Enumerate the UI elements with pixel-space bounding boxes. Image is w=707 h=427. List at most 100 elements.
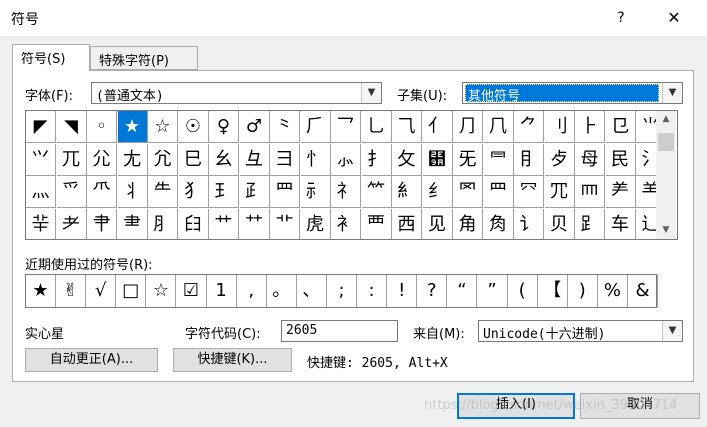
recent-symbol-cell[interactable]: “ bbox=[447, 275, 478, 307]
recent-symbol-cell[interactable]: ★ bbox=[26, 275, 56, 307]
recent-symbol-cell[interactable]: & bbox=[628, 275, 658, 307]
symbol-cell[interactable]: ⺝ bbox=[514, 143, 544, 176]
symbol-cell[interactable]: ⺳ bbox=[514, 176, 544, 208]
symbol-cell[interactable]: ⻇ bbox=[484, 208, 514, 239]
symbol-cell[interactable]: ⺮ bbox=[361, 176, 392, 208]
symbol-cell[interactable]: ⺖ bbox=[300, 143, 331, 176]
symbol-cell[interactable]: ☉ bbox=[178, 111, 209, 143]
symbol-cell[interactable]: ⺎ bbox=[56, 143, 87, 176]
symbol-cell[interactable]: ⺁ bbox=[300, 111, 331, 143]
symbol-cell[interactable]: ⺊ bbox=[575, 111, 605, 143]
symbol-cell[interactable]: ◥ bbox=[56, 111, 87, 143]
symbol-cell[interactable]: ♂ bbox=[239, 111, 270, 143]
symbol-cell[interactable]: ⺰ bbox=[422, 176, 453, 208]
symbol-cell[interactable]: ⺆ bbox=[453, 111, 483, 143]
recent-symbol-cell[interactable]: ! bbox=[387, 275, 418, 307]
symbol-cell[interactable]: ⻃ bbox=[362, 208, 392, 239]
symbol-cell[interactable]: ⺱ bbox=[453, 176, 483, 208]
symbol-cell[interactable]: ⺥ bbox=[87, 176, 117, 208]
symbol-cell[interactable]: ⺚ bbox=[422, 143, 453, 176]
symbol-cell[interactable]: ⺄ bbox=[392, 111, 422, 143]
symbol-cell[interactable]: ⺘ bbox=[361, 143, 392, 176]
symbol-cell[interactable]: ⺗ bbox=[331, 143, 361, 176]
tab-special-characters[interactable]: 特殊字符(P) bbox=[90, 46, 198, 70]
symbol-cell[interactable]: ⻀ bbox=[270, 208, 300, 239]
symbol-cell[interactable]: ⻄ bbox=[392, 208, 422, 239]
chevron-down-icon[interactable]: ▼ bbox=[662, 83, 682, 103]
symbol-cell[interactable]: ⺩ bbox=[209, 176, 239, 208]
symbol-cell[interactable]: ⺲ bbox=[483, 176, 514, 208]
subset-select[interactable]: 其他符号 ▼ bbox=[462, 82, 683, 104]
char-code-input[interactable]: 2605 bbox=[281, 320, 398, 342]
symbol-cell[interactable]: ⺓ bbox=[209, 143, 239, 176]
chevron-down-icon[interactable]: ▼ bbox=[662, 321, 682, 341]
recent-symbol-cell[interactable]: ( bbox=[508, 275, 538, 307]
symbol-cell[interactable]: ⺧ bbox=[148, 176, 178, 208]
symbol-cell[interactable]: ⺂ bbox=[331, 111, 361, 143]
scroll-up-icon[interactable]: ▲ bbox=[656, 111, 676, 128]
symbol-cell[interactable]: ⺶ bbox=[605, 176, 636, 208]
symbol-cell[interactable]: ⻋ bbox=[606, 208, 636, 239]
symbol-cell[interactable]: ⺣ bbox=[26, 176, 56, 208]
symbol-cell[interactable]: ◦ bbox=[87, 111, 117, 143]
symbol-cell[interactable]: ⺜ bbox=[483, 143, 514, 176]
recent-symbol-cell[interactable]: : bbox=[357, 275, 388, 307]
symbol-cell[interactable]: ⺪ bbox=[239, 176, 270, 208]
symbol-cell[interactable]: ⺔ bbox=[239, 143, 270, 176]
recent-symbol-cell[interactable]: ☑ bbox=[177, 275, 207, 307]
symbol-cell[interactable]: ⺹ bbox=[57, 208, 87, 239]
symbol-cell[interactable]: ⺻ bbox=[118, 208, 148, 239]
symbol-cell[interactable]: ⺦ bbox=[117, 176, 148, 208]
symbol-cell[interactable]: ⻊ bbox=[575, 208, 605, 239]
recent-symbol-cell[interactable]: ☆ bbox=[146, 275, 177, 307]
symbol-cell[interactable]: ⺴ bbox=[544, 176, 575, 208]
symbol-cell[interactable]: ⺨ bbox=[178, 176, 209, 208]
symbol-cell[interactable]: ⺏ bbox=[87, 143, 117, 176]
symbol-cell[interactable]: ⺾ bbox=[209, 208, 239, 239]
help-button[interactable]: ? bbox=[606, 6, 636, 30]
symbol-cell[interactable]: ⺈ bbox=[514, 111, 544, 143]
symbol-cell[interactable]: ⺺ bbox=[87, 208, 117, 239]
recent-symbol-cell[interactable]: √ bbox=[86, 275, 117, 307]
font-select[interactable]: (普通文本) ▼ bbox=[91, 82, 382, 104]
symbol-cell[interactable]: ♀ bbox=[209, 111, 239, 143]
symbol-cell[interactable]: ⺼ bbox=[148, 208, 178, 239]
symbol-cell[interactable]: ⻁ bbox=[301, 208, 331, 239]
recent-symbol-cell[interactable]: 。 bbox=[267, 275, 297, 307]
symbol-cell[interactable]: ⺿ bbox=[240, 208, 270, 239]
recent-symbol-cell[interactable]: ; bbox=[327, 275, 357, 307]
symbol-cell[interactable]: ⺉ bbox=[544, 111, 575, 143]
symbol-cell[interactable]: ⺠ bbox=[605, 143, 636, 176]
symbol-grid[interactable]: ◤ ◥ ◦ ★ ☆ ☉ ♀ ♂ ⺀⺁⺂⺃⺄⺅⺆⺇⺈⺉⺊⺋⺌⺍⺎⺏⺐⺑⺒⺓⺔⺕⺖⺗⺘⺙⺚⺛⺜⺝⺞⺟… bbox=[25, 110, 678, 240]
symbol-cell[interactable]: ⺍ bbox=[26, 143, 56, 176]
symbol-cell[interactable]: ⺞ bbox=[544, 143, 575, 176]
symbol-cell[interactable]: ⺃ bbox=[361, 111, 392, 143]
scroll-thumb[interactable] bbox=[658, 133, 674, 151]
symbol-cell[interactable]: ⺐ bbox=[117, 143, 148, 176]
symbol-cell[interactable]: ⻂ bbox=[331, 208, 361, 239]
symbol-cell[interactable]: ⻆ bbox=[453, 208, 483, 239]
symbol-cell[interactable]: ⺇ bbox=[483, 111, 514, 143]
recent-symbol-cell[interactable]: ? bbox=[417, 275, 448, 307]
symbol-cell[interactable]: ⺯ bbox=[392, 176, 422, 208]
recent-symbol-cell[interactable]: □ bbox=[116, 275, 147, 307]
from-select[interactable]: Unicode(十六进制) ▼ bbox=[478, 320, 683, 342]
chevron-down-icon[interactable]: ▼ bbox=[361, 83, 381, 103]
recent-symbol-cell[interactable]: ” bbox=[478, 275, 508, 307]
symbol-cell[interactable]: ⺸ bbox=[26, 208, 56, 239]
symbol-cell[interactable]: ⺀ bbox=[270, 111, 300, 143]
recent-symbol-cell[interactable]: 、 bbox=[297, 275, 327, 307]
symbol-cell[interactable]: ⻉ bbox=[545, 208, 575, 239]
symbol-grid-scrollbar[interactable]: ▲ ▼ bbox=[656, 111, 676, 239]
symbol-cell[interactable]: ⺤ bbox=[56, 176, 87, 208]
recent-symbol-cell[interactable]: 【 bbox=[538, 275, 568, 307]
scroll-down-icon[interactable]: ▼ bbox=[656, 222, 676, 239]
symbol-cell[interactable]: ⺬ bbox=[300, 176, 331, 208]
close-icon[interactable]: ✕ bbox=[656, 6, 692, 30]
recent-symbol-cell[interactable]: , bbox=[237, 275, 267, 307]
symbol-cell[interactable]: ◤ bbox=[26, 111, 56, 143]
tab-symbols[interactable]: 符号(S) bbox=[12, 44, 90, 71]
symbol-cell[interactable]: ⺽ bbox=[179, 208, 209, 239]
autocorrect-button[interactable]: 自动更正(A)... bbox=[25, 348, 158, 372]
symbol-cell[interactable]: ☆ bbox=[148, 111, 178, 143]
